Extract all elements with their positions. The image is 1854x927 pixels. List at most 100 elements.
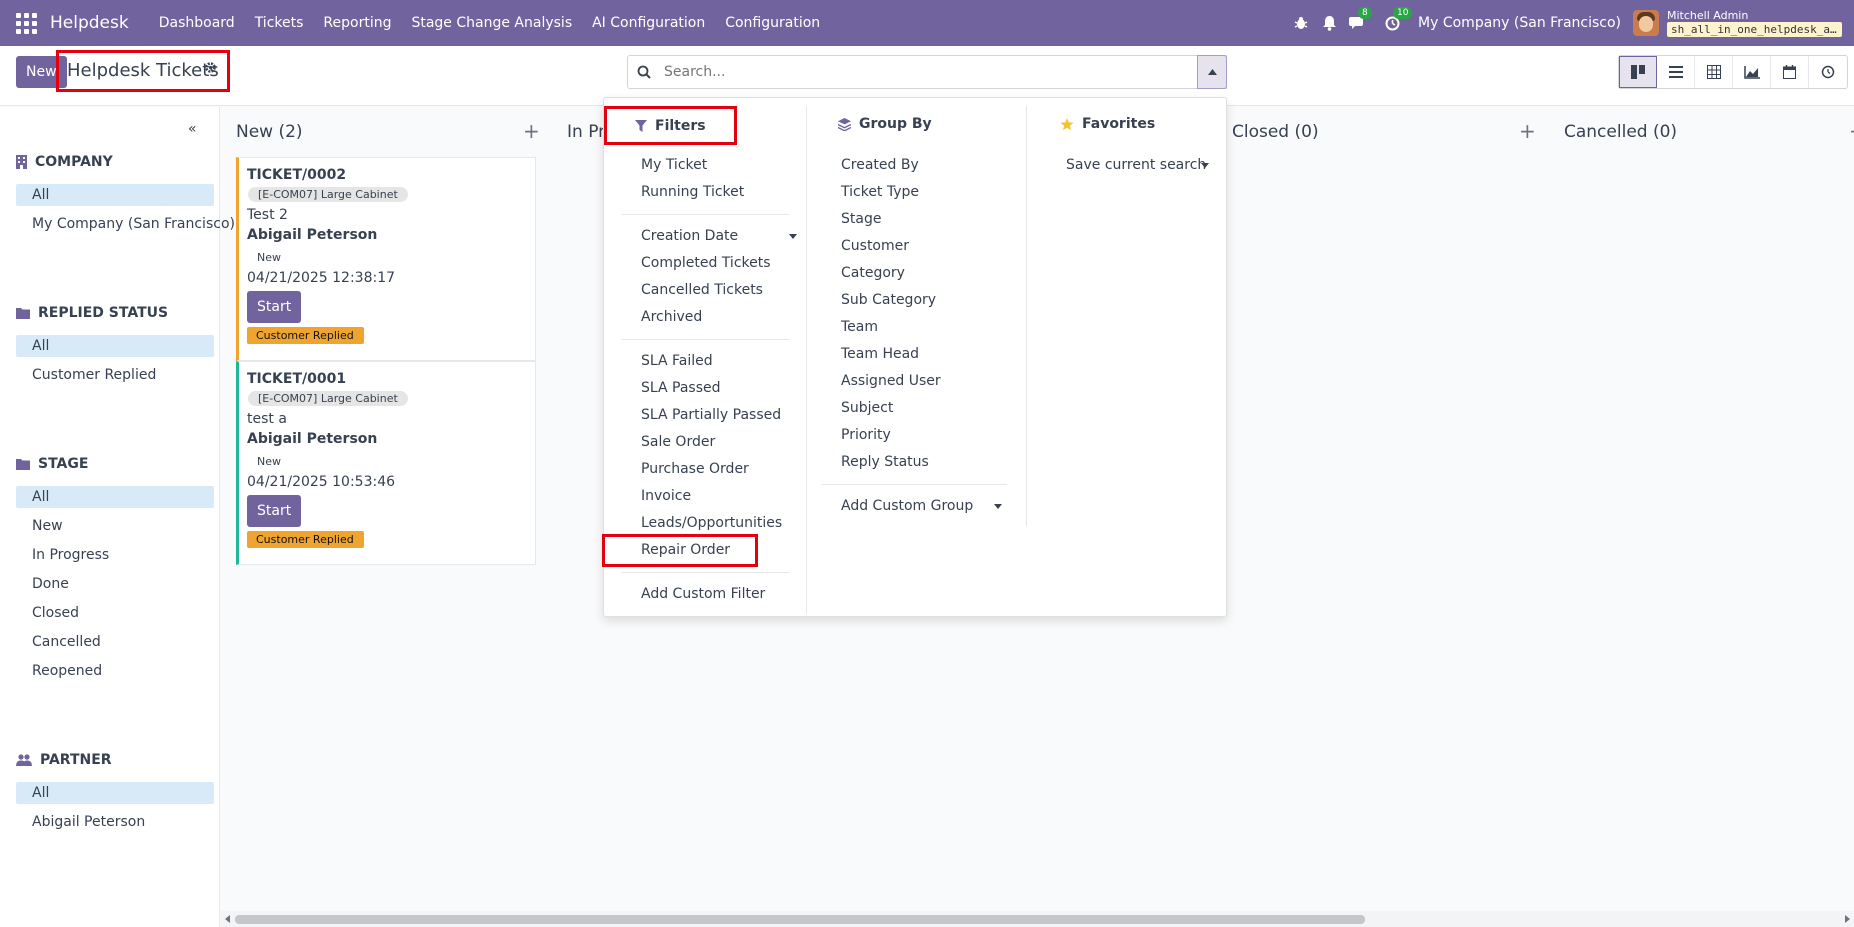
filter-purchase-order[interactable]: Purchase Order (641, 459, 749, 479)
horizontal-scrollbar[interactable] (221, 911, 1854, 927)
groupby-customer[interactable]: Customer (841, 236, 909, 256)
save-current-search[interactable]: Save current search (1066, 155, 1216, 175)
groupby-header: Group By (838, 116, 932, 132)
database-name: sh_all_in_one_helpdesk_a… (1667, 22, 1842, 37)
side-item-partner-all[interactable]: All (16, 782, 214, 804)
filter-leads-opportunities[interactable]: Leads/Opportunities (641, 513, 782, 533)
filters-header: Filters (604, 106, 737, 145)
groupby-ticket-type[interactable]: Ticket Type (841, 182, 919, 202)
building-icon (16, 155, 27, 169)
side-item-partner-abigail[interactable]: Abigail Peterson (16, 811, 214, 833)
add-custom-group[interactable]: Add Custom Group (841, 496, 1011, 516)
filter-creation-date-label: Creation Date (641, 228, 739, 244)
scroll-right-arrow-icon[interactable] (1845, 915, 1850, 923)
main-menu: Dashboard Tickets Reporting Stage Change… (149, 0, 830, 46)
menu-ai-configuration[interactable]: AI Configuration (582, 0, 715, 46)
chat-icon[interactable]: 8 (1346, 7, 1372, 34)
filter-sla-failed[interactable]: SLA Failed (641, 351, 713, 371)
filter-sale-order[interactable]: Sale Order (641, 432, 715, 452)
apps-grid-icon[interactable] (16, 12, 38, 34)
filter-completed-tickets[interactable]: Completed Tickets (641, 253, 771, 273)
start-button[interactable]: Start (247, 495, 302, 527)
side-item-customer-replied[interactable]: Customer Replied (16, 364, 214, 386)
side-section-partner: PARTNER All Abigail Peterson (16, 748, 216, 833)
groupby-sub-category[interactable]: Sub Category (841, 290, 936, 310)
menu-dashboard[interactable]: Dashboard (149, 0, 245, 46)
add-custom-filter[interactable]: Add Custom Filter (641, 584, 765, 604)
groupby-stage[interactable]: Stage (841, 209, 881, 229)
app-brand[interactable]: Helpdesk (50, 13, 129, 33)
ticket-stage: New (257, 251, 281, 264)
list-view-button[interactable] (1657, 56, 1695, 88)
groupby-created-by[interactable]: Created By (841, 155, 919, 175)
menu-stage-change-analysis[interactable]: Stage Change Analysis (401, 0, 582, 46)
filter-running-ticket[interactable]: Running Ticket (641, 182, 744, 202)
user-menu[interactable]: Mitchell Admin sh_all_in_one_helpdesk_a… (1667, 9, 1842, 37)
gear-icon[interactable] (204, 61, 217, 78)
collapse-panel-icon[interactable]: « (188, 121, 197, 137)
side-section-title: PARTNER (40, 752, 112, 768)
activity-clock-icon[interactable]: 10 (1381, 7, 1413, 34)
search-options-dropdown: Filters My Ticket Running Ticket Creatio… (602, 97, 1227, 617)
activity-view-button[interactable] (1809, 56, 1847, 88)
side-item-stage-new[interactable]: New (16, 515, 214, 537)
groupby-category[interactable]: Category (841, 263, 905, 283)
graph-view-button[interactable] (1733, 56, 1771, 88)
filter-archived[interactable]: Archived (641, 307, 702, 327)
side-item-company-all[interactable]: All (16, 184, 214, 206)
filter-separator (622, 339, 790, 340)
side-item-stage-closed[interactable]: Closed (16, 602, 214, 624)
filter-repair-order[interactable]: Repair Order (641, 540, 730, 560)
kanban-card[interactable]: TICKET/0002 [E-COM07] Large Cabinet Test… (236, 157, 536, 361)
side-item-stage-done[interactable]: Done (16, 573, 214, 595)
filter-sla-passed[interactable]: SLA Passed (641, 378, 721, 398)
menu-reporting[interactable]: Reporting (313, 0, 401, 46)
kanban-card[interactable]: TICKET/0001 [E-COM07] Large Cabinet test… (236, 361, 536, 565)
side-item-replied-all[interactable]: All (16, 335, 214, 357)
add-to-column-icon[interactable]: + (1849, 119, 1854, 143)
groupby-team[interactable]: Team (841, 317, 878, 337)
groupby-priority[interactable]: Priority (841, 425, 891, 445)
company-switcher[interactable]: My Company (San Francisco) (1418, 15, 1621, 31)
filter-invoice[interactable]: Invoice (641, 486, 691, 506)
caret-up-icon (1207, 69, 1217, 75)
side-item-stage-all[interactable]: All (16, 486, 214, 508)
filter-my-ticket[interactable]: My Ticket (641, 155, 707, 175)
menu-configuration[interactable]: Configuration (715, 0, 830, 46)
user-avatar[interactable] (1633, 10, 1659, 36)
groupby-team-head[interactable]: Team Head (841, 344, 919, 364)
side-item-stage-reopened[interactable]: Reopened (16, 660, 214, 682)
add-to-column-icon[interactable]: + (523, 119, 540, 143)
side-section-title: STAGE (38, 456, 89, 472)
search-options-toggle[interactable] (1197, 55, 1227, 89)
side-item-company-my-company[interactable]: My Company (San Francisco) (16, 213, 235, 235)
kanban-view-button[interactable] (1619, 56, 1657, 88)
kanban-column-title-in-progress: In Pr (567, 122, 606, 142)
start-button[interactable]: Start (247, 291, 302, 323)
groupby-subject[interactable]: Subject (841, 398, 893, 418)
star-icon (1060, 117, 1074, 130)
groupby-reply-status[interactable]: Reply Status (841, 452, 929, 472)
area-chart-icon (1743, 65, 1760, 79)
search-input[interactable] (662, 56, 1202, 88)
pivot-view-button[interactable] (1695, 56, 1733, 88)
scrollbar-thumb[interactable] (235, 915, 1365, 924)
users-icon (16, 754, 32, 766)
menu-tickets[interactable]: Tickets (245, 0, 314, 46)
filter-cancelled-tickets[interactable]: Cancelled Tickets (641, 280, 763, 300)
clock-icon (1821, 65, 1835, 79)
caret-down-icon (994, 504, 1002, 509)
scroll-left-arrow-icon[interactable] (225, 915, 230, 923)
ticket-description: test a (247, 411, 287, 427)
calendar-view-button[interactable] (1771, 56, 1809, 88)
filter-creation-date[interactable]: Creation Date (641, 226, 801, 246)
bell-icon[interactable] (1318, 12, 1340, 34)
add-to-column-icon[interactable]: + (1519, 119, 1536, 143)
side-item-stage-cancelled[interactable]: Cancelled (16, 631, 214, 653)
side-item-stage-in-progress[interactable]: In Progress (16, 544, 214, 566)
filter-sla-partially-passed[interactable]: SLA Partially Passed (641, 405, 781, 425)
filters-title: Filters (655, 117, 706, 134)
groupby-column: Group By Created By Ticket Type Stage Cu… (807, 106, 1027, 526)
bug-icon[interactable] (1290, 12, 1312, 34)
groupby-assigned-user[interactable]: Assigned User (841, 371, 941, 391)
